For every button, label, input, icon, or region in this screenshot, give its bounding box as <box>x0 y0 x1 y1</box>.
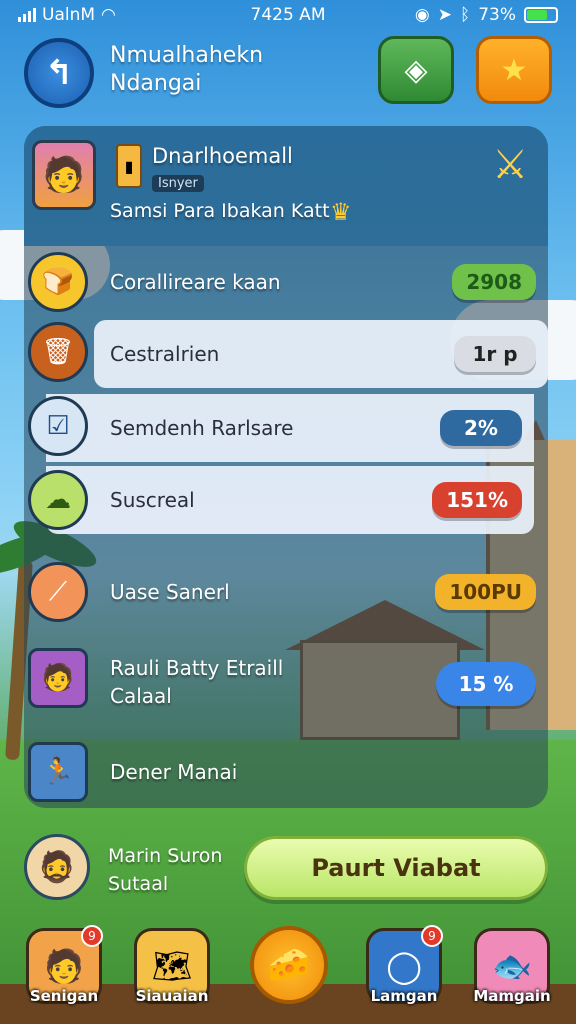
value-pill: 100PU <box>435 574 536 610</box>
slide-icon: ⟋ <box>28 562 88 622</box>
value-pill: 2% <box>440 410 522 446</box>
trash-icon: 🗑 <box>28 322 88 382</box>
clipboard-check-icon: ☑ <box>28 396 88 456</box>
figure-icon: 🏃 <box>28 742 88 802</box>
person-icon: 🧔 <box>38 849 76 885</box>
nav-item-lamgan[interactable]: ◯ 9 Lamgan <box>366 925 443 1005</box>
profile-name: Dnarlhoemall <box>152 144 293 168</box>
list-item-label: Semdenh Rarlsare <box>110 416 294 440</box>
battery-icon <box>524 7 558 23</box>
bread-icon: 🍞 <box>28 252 88 312</box>
bottom-nav: 🧑 9 Senigan 🗺 Siauaian 🧀 ◯ 9 Lamgan 🐟 Ma… <box>0 924 576 1016</box>
player-name-line2: Sutaal <box>108 873 169 895</box>
person-icon: 🧑 <box>44 947 84 985</box>
player-name: Marin Suron Sutaal <box>108 842 222 898</box>
battery-percent: 73% <box>478 5 516 25</box>
alarm-icon: ◉ <box>414 5 430 25</box>
player-name-line1: Marin Suron <box>108 845 223 867</box>
list-item-label-line1: Rauli Batty Etraill <box>110 656 284 680</box>
nav-label: Siauaian <box>135 987 209 1005</box>
player-avatar[interactable]: 🧔 <box>24 834 90 900</box>
header: ↰ Nmualhahekn Ndangai ◈ ★ <box>24 36 552 108</box>
person-avatar-icon: 🧑 <box>28 648 88 708</box>
list-item[interactable]: Suscreal 151% <box>46 466 534 534</box>
list-item[interactable]: 🏃 Dener Manai <box>24 738 548 806</box>
bluetooth-icon: ᛒ <box>460 5 471 25</box>
cloud-icon: ☁ <box>28 470 88 530</box>
wifi-icon: ◠ <box>101 5 116 25</box>
value-pill: 2908 <box>452 264 536 300</box>
list-item-label: Uase Sanerl <box>110 580 230 604</box>
value-pill: 151% <box>432 482 522 518</box>
list-item-label: Corallireare kaan <box>110 270 281 294</box>
list-item-label: Suscreal <box>110 488 195 512</box>
avatar: 🧑 <box>32 140 96 210</box>
back-arrow-icon: ↰ <box>44 53 74 93</box>
list-item-label: Cestralrien <box>110 342 220 366</box>
page-title: Nmualhahekn Ndangai <box>110 42 263 98</box>
favorites-button[interactable]: ★ <box>476 36 552 104</box>
nav-label: Mamgain <box>473 987 551 1005</box>
cheese-icon: 🧀 <box>267 945 311 985</box>
list-item[interactable]: Semdenh Rarlsare 2% <box>46 394 534 462</box>
ring-icon: ◯ <box>386 947 422 985</box>
star-icon: ★ <box>500 52 528 88</box>
nav-item-mamgain[interactable]: 🐟 Mamgain <box>473 928 551 1005</box>
map-button[interactable]: ◈ <box>378 36 454 104</box>
profile-subtitle: Samsi Para Ibakan Katt <box>110 200 330 222</box>
map-icon: 🗺 <box>151 947 193 985</box>
clock: 7425 AM <box>250 5 326 25</box>
status-bar: UalnM ◠ 7425 AM ◉ ➤ ᛒ 73% <box>0 0 576 30</box>
list-item[interactable]: Cestralrien 1r p <box>94 320 548 388</box>
nav-label: Lamgan <box>370 987 438 1005</box>
list-item[interactable]: 🧑 Rauli Batty Etraill Calaal 15 % <box>24 644 548 720</box>
map-pin-icon: ◈ <box>404 52 428 88</box>
list-item[interactable]: ⟋ Uase Sanerl 100PU <box>24 558 548 626</box>
nav-item-siauaian[interactable]: 🗺 Siauaian <box>134 928 210 1005</box>
list-item[interactable]: 🍞 Corallireare kaan 2908 <box>24 248 548 316</box>
notification-badge: 9 <box>421 925 443 947</box>
value-pill: 15 % <box>436 662 536 706</box>
list-item-label-line2: Calaal <box>110 684 172 708</box>
nav-item-senigan[interactable]: 🧑 9 Senigan <box>26 925 103 1005</box>
carrier-label: UalnM <box>42 5 96 25</box>
nav-label: Senigan <box>29 987 99 1005</box>
title-line2: Ndangai <box>110 71 202 96</box>
notification-badge: 9 <box>81 925 103 947</box>
trophy-icon: ♛ <box>330 198 352 226</box>
sword-icon: ⚔ <box>492 142 528 188</box>
location-icon: ➤ <box>437 5 452 25</box>
title-line1: Nmualhahekn <box>110 43 264 68</box>
nav-item-home[interactable]: 🧀 <box>250 926 328 1004</box>
profile-tag: Isnyer <box>152 175 204 192</box>
primary-action-button[interactable]: Paurt Viabat <box>244 836 548 900</box>
badge-icon: ▮ <box>116 144 142 188</box>
value-pill: 1r p <box>454 336 536 372</box>
fish-icon: 🐟 <box>492 947 532 985</box>
signal-icon <box>18 8 36 22</box>
list-item-label: Rauli Batty Etraill Calaal <box>110 644 283 720</box>
list-item-label: Dener Manai <box>110 760 238 784</box>
main-panel: 🧑 ▮ Dnarlhoemall Isnyer Samsi Para Ibaka… <box>24 126 548 808</box>
profile-card[interactable]: 🧑 ▮ Dnarlhoemall Isnyer Samsi Para Ibaka… <box>24 126 548 246</box>
back-button[interactable]: ↰ <box>24 38 94 108</box>
